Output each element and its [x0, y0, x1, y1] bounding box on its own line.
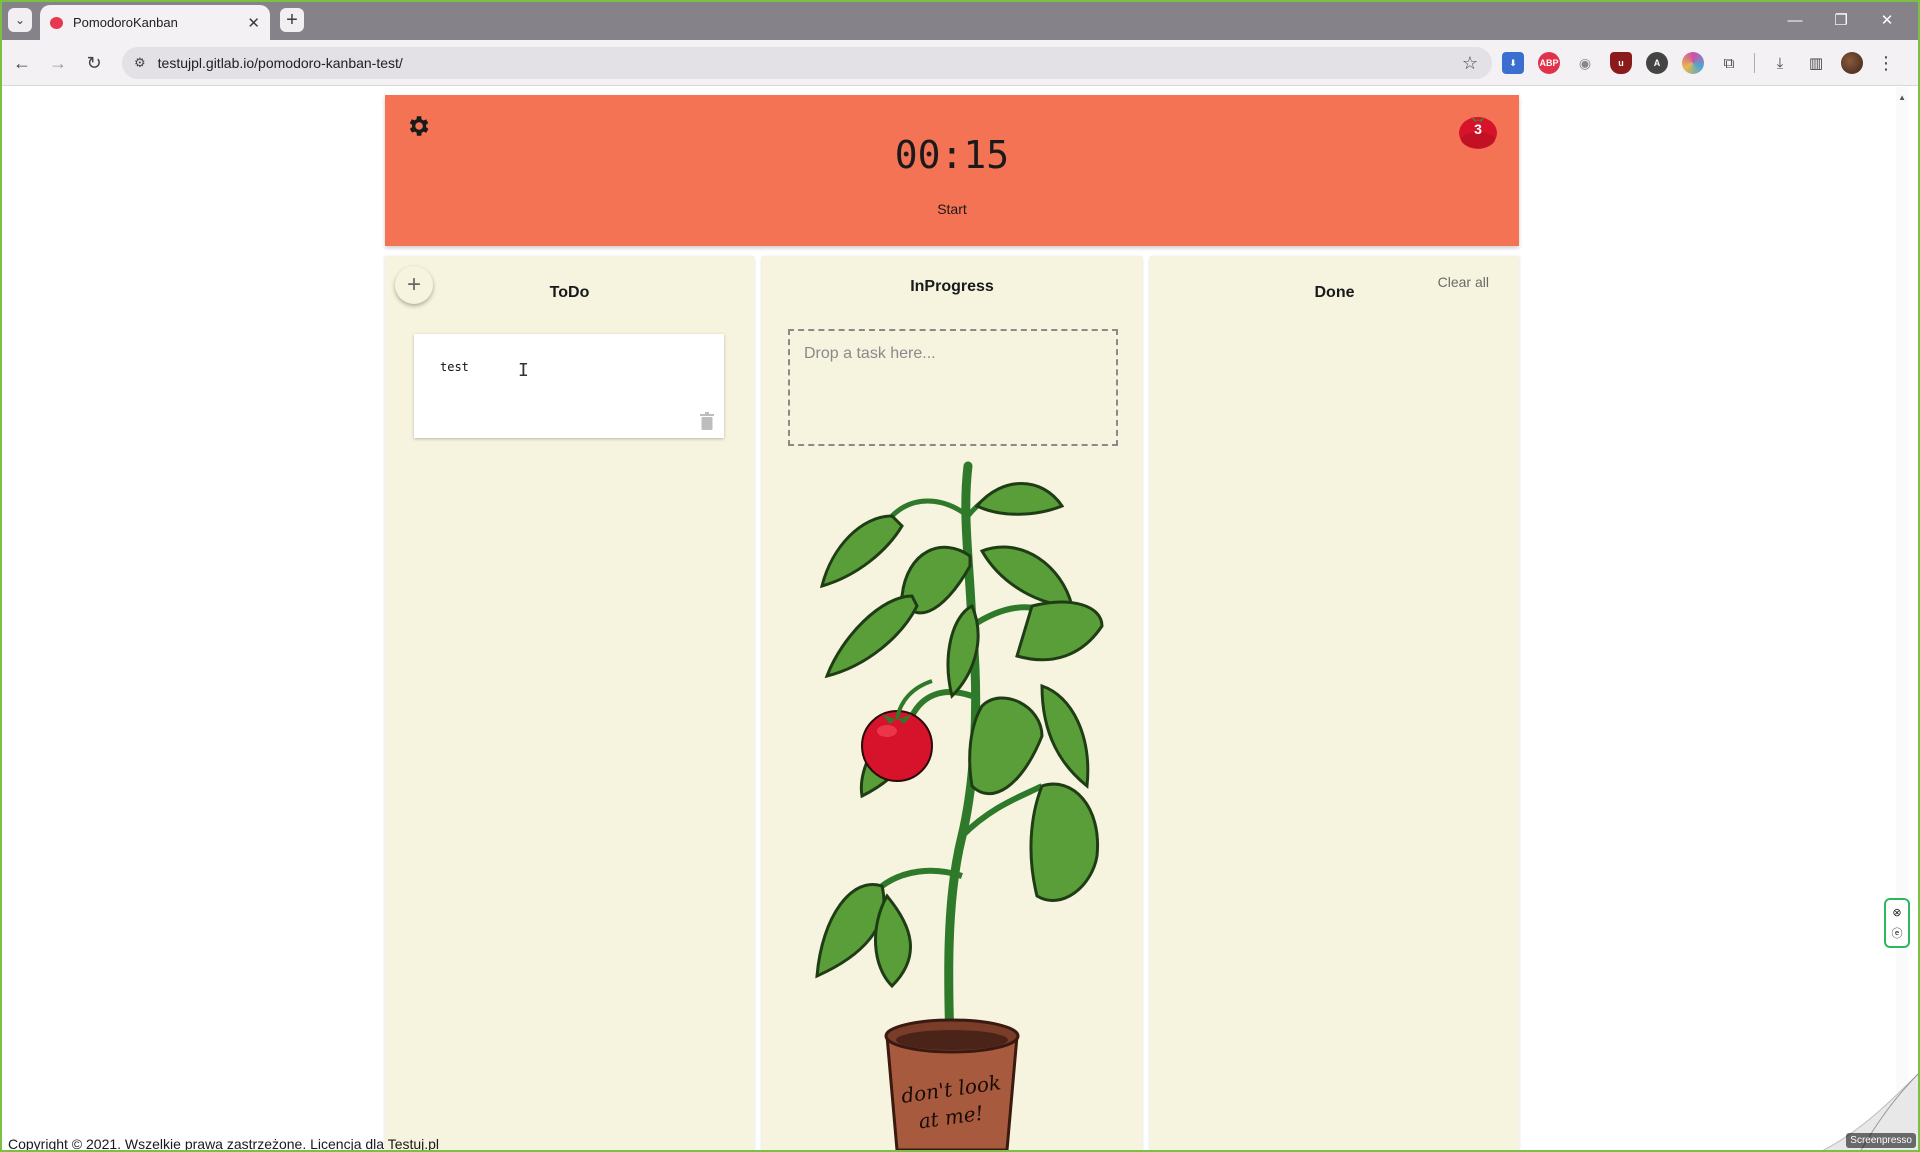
inprogress-column-title: InProgress — [910, 278, 994, 295]
tab-title: PomodoroKanban — [73, 15, 178, 30]
forward-button[interactable]: → — [44, 49, 72, 77]
tab-close-icon[interactable]: ✕ — [247, 14, 260, 32]
address-bar[interactable]: ⚙ testujpl.gitlab.io/pomodoro-kanban-tes… — [122, 47, 1492, 79]
timer-display: 00:15 — [894, 133, 1010, 177]
tomato-favicon-icon — [50, 16, 63, 29]
page-footer: Copyright © 2021. Wszelkie prawa zastrze… — [8, 1136, 440, 1152]
text-cursor-icon: I — [518, 360, 529, 381]
side-widget[interactable]: ⊗ ⓔ — [1884, 898, 1910, 948]
browser-toolbar: ← → ↻ ⚙ testujpl.gitlab.io/pomodoro-kanb… — [0, 40, 1920, 86]
drop-zone-placeholder: Drop a task here... — [804, 345, 936, 362]
page-scrollbar[interactable]: ▲ ▼ — [1896, 87, 1908, 1150]
task-text[interactable]: test — [440, 360, 469, 374]
save-extension-icon[interactable]: ⬇ — [1502, 52, 1524, 74]
clear-all-button[interactable]: Clear all — [1438, 274, 1489, 290]
tab-search-button[interactable]: ⌄ — [8, 8, 32, 32]
tomato-plant-illustration: don't look at me! — [815, 461, 1104, 1150]
browser-menu-icon[interactable]: ⋮ — [1877, 53, 1895, 74]
inprogress-column: InProgress Drop a task here... don't loo… — [762, 256, 1142, 1150]
widget-info-icon[interactable]: ⓔ — [1892, 925, 1903, 941]
timer-bar: 00:15 Start 3 — [385, 95, 1519, 246]
page-content: 00:15 Start 3 + ToDo test I InProgress D… — [2, 87, 1910, 1152]
done-column: Done Clear all — [1150, 256, 1519, 1150]
pomodoro-count: 3 — [1474, 121, 1482, 137]
profile-avatar[interactable] — [1841, 52, 1863, 74]
camera-extension-icon[interactable]: ◉ — [1574, 52, 1596, 74]
back-button[interactable]: ← — [8, 49, 36, 77]
window-controls: — ❐ ✕ — [1772, 6, 1910, 34]
screenpresso-watermark: Screenpresso — [1846, 1133, 1916, 1148]
puzzle-icon[interactable]: ⧉ — [1718, 55, 1740, 72]
tab-strip: ⌄ PomodoroKanban ✕ + — ❐ ✕ — [0, 0, 1920, 40]
start-button[interactable]: Start — [385, 201, 1519, 217]
ublock-icon[interactable]: u — [1610, 52, 1632, 74]
pomodoro-counter: 3 — [1457, 109, 1499, 151]
new-tab-button[interactable]: + — [280, 8, 304, 32]
side-panel-icon[interactable]: ▥ — [1805, 54, 1827, 72]
scroll-up-icon[interactable]: ▲ — [1898, 93, 1906, 102]
extension-a-icon[interactable]: A — [1646, 52, 1668, 74]
maximize-button[interactable]: ❐ — [1818, 6, 1864, 34]
site-info-icon[interactable]: ⚙ — [134, 55, 146, 71]
todo-column: + ToDo test I — [385, 256, 754, 1150]
toolbar-separator — [1754, 53, 1755, 73]
url-text[interactable]: testujpl.gitlab.io/pomodoro-kanban-test/ — [158, 55, 1462, 71]
widget-close-icon[interactable]: ⊗ — [1892, 906, 1901, 919]
bookmark-star-icon[interactable]: ☆ — [1462, 53, 1478, 74]
trash-icon[interactable] — [700, 412, 714, 430]
download-icon[interactable]: ⤓ — [1769, 55, 1791, 72]
adblock-icon[interactable]: ABP — [1538, 52, 1560, 74]
close-window-button[interactable]: ✕ — [1864, 6, 1910, 34]
todo-column-title: ToDo — [549, 284, 590, 301]
task-drop-zone[interactable]: Drop a task here... — [788, 329, 1118, 446]
browser-tab[interactable]: PomodoroKanban ✕ — [40, 5, 270, 40]
minimize-button[interactable]: — — [1772, 6, 1818, 34]
extensions-row: ⬇ ABP ◉ u A ⧉ ⤓ ▥ ⋮ — [1502, 52, 1895, 74]
task-card[interactable]: test I — [414, 334, 724, 438]
reload-button[interactable]: ↻ — [80, 49, 108, 77]
extension-color-icon[interactable] — [1682, 52, 1704, 74]
